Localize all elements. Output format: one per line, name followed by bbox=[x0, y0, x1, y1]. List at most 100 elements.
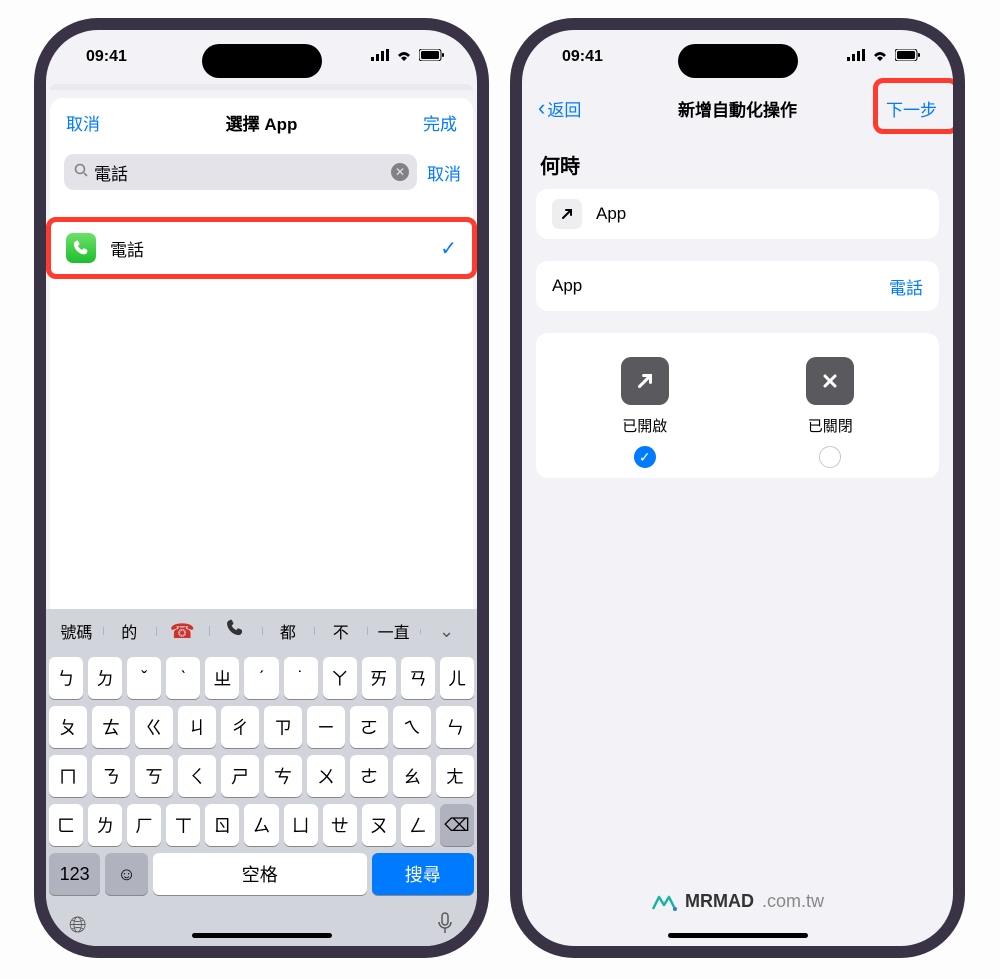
opened-icon bbox=[621, 357, 669, 405]
key[interactable]: ㄈ bbox=[49, 804, 83, 846]
key[interactable]: ㄦ bbox=[440, 657, 474, 699]
battery-icon bbox=[895, 48, 921, 66]
suggestion-emoji[interactable] bbox=[209, 618, 262, 644]
app-label: App bbox=[552, 276, 889, 296]
key[interactable]: ㄩ bbox=[284, 804, 318, 846]
key[interactable]: ㄌ bbox=[88, 804, 122, 846]
key[interactable]: ㄉ bbox=[88, 657, 122, 699]
key[interactable]: ㄍ bbox=[135, 706, 173, 748]
key[interactable]: ˙ bbox=[284, 657, 318, 699]
search-input[interactable]: 電話 ✕ bbox=[64, 154, 417, 190]
emoji-key[interactable]: ☺ bbox=[105, 853, 148, 895]
key[interactable]: ㄜ bbox=[350, 755, 388, 797]
key[interactable]: ㄤ bbox=[436, 755, 474, 797]
trigger-row[interactable]: App bbox=[552, 189, 923, 239]
key[interactable]: ㄡ bbox=[362, 804, 396, 846]
backspace-key[interactable]: ⌫ bbox=[440, 804, 474, 846]
clear-icon[interactable]: ✕ bbox=[391, 163, 409, 181]
trigger-card: App bbox=[536, 189, 939, 239]
key[interactable]: ㄋ bbox=[92, 755, 130, 797]
mic-icon[interactable] bbox=[436, 912, 454, 940]
back-button[interactable]: ‹ 返回 bbox=[538, 95, 581, 121]
key[interactable]: ㄎ bbox=[135, 755, 173, 797]
home-indicator bbox=[668, 933, 808, 938]
dynamic-island bbox=[678, 44, 798, 78]
cellular-icon bbox=[847, 48, 865, 66]
space-key[interactable]: 空格 bbox=[153, 853, 367, 895]
suggestion[interactable]: 的 bbox=[103, 619, 156, 643]
key[interactable]: ㄇ bbox=[49, 755, 87, 797]
key[interactable]: ㄕ bbox=[221, 755, 259, 797]
back-label: 返回 bbox=[547, 96, 581, 121]
key[interactable]: ㄐ bbox=[178, 706, 216, 748]
screen-left: 09:41 取消 選擇 App 完成 bbox=[46, 30, 477, 946]
toggle-closed[interactable]: 已關閉 bbox=[770, 357, 890, 468]
expand-suggestions-icon[interactable]: ⌄ bbox=[420, 621, 473, 642]
radio-unselected[interactable] bbox=[819, 446, 841, 468]
open-app-icon bbox=[552, 199, 582, 229]
app-select-row[interactable]: App 電話 bbox=[552, 261, 923, 311]
key[interactable]: ㄅ bbox=[49, 657, 83, 699]
key[interactable]: ˋ bbox=[166, 657, 200, 699]
key[interactable]: ㄟ bbox=[393, 706, 431, 748]
numbers-key[interactable]: 123 bbox=[49, 853, 100, 895]
phone-frame-right: 09:41 ‹ 返回 新增自動化操作 下一步 何時 bbox=[510, 18, 965, 958]
section-header-when: 何時 bbox=[522, 132, 953, 189]
key[interactable]: ㄏ bbox=[127, 804, 161, 846]
kb-row-2: ㄆ ㄊ ㄍ ㄐ ㄔ ㄗ ㄧ ㄛ ㄟ ㄣ bbox=[49, 706, 474, 748]
suggestion-emoji[interactable]: ☎ bbox=[156, 619, 209, 644]
search-cancel-button[interactable]: 取消 bbox=[427, 160, 461, 185]
key[interactable]: ˇ bbox=[127, 657, 161, 699]
search-key[interactable]: 搜尋 bbox=[372, 853, 475, 895]
key[interactable]: ㄖ bbox=[205, 804, 239, 846]
kb-row-5: 123 ☺ 空格 搜尋 bbox=[49, 853, 474, 895]
closed-icon bbox=[806, 357, 854, 405]
chevron-left-icon: ‹ bbox=[538, 95, 545, 121]
key[interactable]: ㄙ bbox=[244, 804, 278, 846]
key[interactable]: ㄓ bbox=[205, 657, 239, 699]
key[interactable]: ㄝ bbox=[323, 804, 357, 846]
key[interactable]: ㄚ bbox=[323, 657, 357, 699]
key[interactable]: ㄧ bbox=[307, 706, 345, 748]
key[interactable]: ㄊ bbox=[92, 706, 130, 748]
radio-selected[interactable]: ✓ bbox=[634, 446, 656, 468]
battery-icon bbox=[419, 48, 445, 66]
watermark-logo-icon bbox=[651, 893, 677, 911]
key[interactable]: ㄠ bbox=[393, 755, 431, 797]
key[interactable]: ㄆ bbox=[49, 706, 87, 748]
kb-row-1: ㄅ ㄉ ˇ ˋ ㄓ ˊ ˙ ㄚ ㄞ ㄢ ㄦ bbox=[49, 657, 474, 699]
key[interactable]: ㄣ bbox=[436, 706, 474, 748]
key[interactable]: ㄨ bbox=[307, 755, 345, 797]
key[interactable]: ㄗ bbox=[264, 706, 302, 748]
key[interactable]: ㄘ bbox=[264, 755, 302, 797]
app-row-phone[interactable]: 電話 ✓ bbox=[50, 220, 473, 276]
wifi-icon bbox=[871, 48, 889, 66]
status-icons bbox=[847, 48, 921, 66]
suggestion[interactable]: 號碼 bbox=[50, 619, 103, 643]
cancel-button[interactable]: 取消 bbox=[66, 110, 100, 135]
key[interactable]: ㄒ bbox=[166, 804, 200, 846]
status-icons bbox=[371, 48, 445, 66]
highlight-box bbox=[46, 217, 477, 279]
suggestion[interactable]: 不 bbox=[314, 619, 367, 643]
toggle-row: 已開啟 ✓ 已關閉 bbox=[552, 333, 923, 478]
key[interactable]: ㄔ bbox=[221, 706, 259, 748]
closed-label: 已關閉 bbox=[808, 415, 853, 436]
suggestion[interactable]: 一直 bbox=[367, 619, 420, 643]
key[interactable]: ㄢ bbox=[401, 657, 435, 699]
status-time: 09:41 bbox=[86, 48, 127, 66]
done-button[interactable]: 完成 bbox=[423, 110, 457, 135]
key[interactable]: ㄛ bbox=[350, 706, 388, 748]
suggestion[interactable]: 都 bbox=[262, 619, 315, 643]
toggle-opened[interactable]: 已開啟 ✓ bbox=[585, 357, 705, 468]
globe-icon[interactable]: 🌐︎ bbox=[69, 912, 87, 940]
dynamic-island bbox=[202, 44, 322, 78]
key[interactable]: ㄥ bbox=[401, 804, 435, 846]
trigger-label: App bbox=[596, 204, 923, 224]
nav-title: 選擇 App bbox=[50, 110, 473, 135]
wifi-icon bbox=[395, 48, 413, 66]
key[interactable]: ㄞ bbox=[362, 657, 396, 699]
key[interactable]: ˊ bbox=[244, 657, 278, 699]
key[interactable]: ㄑ bbox=[178, 755, 216, 797]
keyboard-suggestions: 號碼 的 ☎ 都 不 一直 ⌄ bbox=[46, 609, 477, 653]
